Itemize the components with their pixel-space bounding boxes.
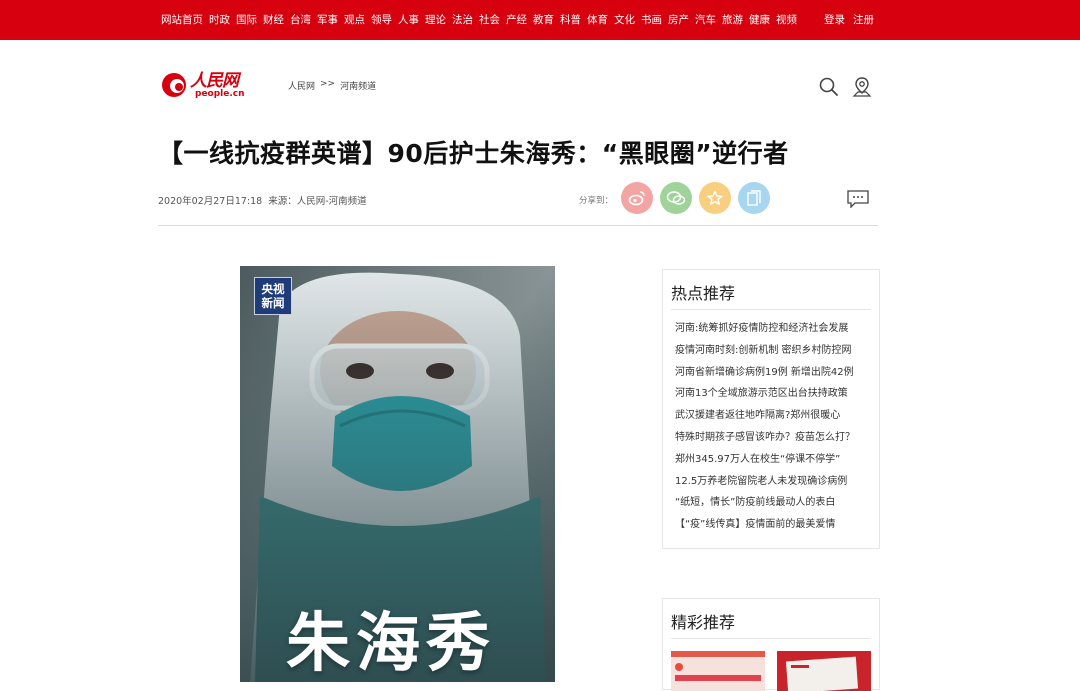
nav-home[interactable]: 网站首页 [161, 12, 203, 27]
nav-personnel[interactable]: 人事 [398, 12, 419, 27]
logo-text[interactable]: 人民网 [190, 66, 239, 91]
hot-list: 河南:统筹抓好疫情防控和经济社会发展 疫情河南时刻:创新机制 密织乡村防控网 河… [675, 322, 855, 540]
nav-culture[interactable]: 文化 [614, 12, 635, 27]
article-date: 2020年02月27日17:18 [158, 196, 263, 207]
cctv-news-badge: 央视 新闻 [254, 277, 292, 315]
hot-recommendations-title: 热点推荐 [671, 284, 736, 303]
register-link[interactable]: 注册 [853, 12, 874, 27]
share-weibo-button[interactable] [621, 182, 653, 214]
search-icon[interactable] [818, 76, 840, 98]
hot-item[interactable]: “纸短，情长”防疫前线最动人的表白 [675, 496, 855, 518]
wechat-icon [666, 191, 686, 205]
nav-science[interactable]: 科普 [560, 12, 581, 27]
hot-item[interactable]: 郑州345.97万人在校生“停课不停学” [675, 453, 855, 475]
nav-sports[interactable]: 体育 [587, 12, 608, 27]
nav-travel[interactable]: 旅游 [722, 12, 743, 27]
logo-subtitle: people.cn [195, 89, 245, 99]
panel-divider [671, 638, 871, 639]
featured-thumbnail-image [671, 651, 765, 691]
copy-icon [747, 189, 761, 206]
nav-leaders[interactable]: 领导 [371, 12, 392, 27]
nav-society[interactable]: 社会 [479, 12, 500, 27]
panel-divider [671, 309, 871, 310]
hot-item[interactable]: 河南省新增确诊病例19例 新增出院42例 [675, 366, 855, 388]
nav-opinion[interactable]: 观点 [344, 12, 365, 27]
share-wechat-button[interactable] [660, 182, 692, 214]
location-icon[interactable] [851, 76, 873, 98]
featured-recommendations-title: 精彩推荐 [671, 613, 736, 632]
weibo-icon [628, 191, 645, 206]
nav-auto[interactable]: 汽车 [695, 12, 716, 27]
featured-thumbnail[interactable] [671, 651, 765, 691]
nav-finance[interactable]: 财经 [263, 12, 284, 27]
breadcrumb-home[interactable]: 人民网 [288, 79, 315, 92]
nav-taiwan[interactable]: 台湾 [290, 12, 311, 27]
badge-line-1: 央视 [261, 282, 285, 296]
hot-item[interactable]: 武汉援建者返往地咋隔离?郑州很暖心 [675, 409, 855, 431]
star-icon [707, 190, 723, 205]
nav-realestate[interactable]: 房产 [668, 12, 689, 27]
nav-industry[interactable]: 产经 [506, 12, 527, 27]
hot-item[interactable]: 【“疫”线传真】疫情面前的最美爱情 [675, 518, 855, 540]
badge-line-2: 新闻 [261, 296, 285, 310]
photo-name-caption: 朱海秀 [286, 606, 496, 681]
article-title: 【一线抗疫群英谱】90后护士朱海秀：“黑眼圈”逆行者 [158, 139, 789, 168]
share-copy-button[interactable] [738, 182, 770, 214]
nav-education[interactable]: 教育 [533, 12, 554, 27]
hot-item[interactable]: 特殊时期孩子感冒该咋办？疫苗怎么打？ [675, 431, 855, 453]
header-divider [158, 225, 878, 226]
nav-international[interactable]: 国际 [236, 12, 257, 27]
featured-thumbnail[interactable] [777, 651, 871, 691]
nav-theory[interactable]: 理论 [425, 12, 446, 27]
nav-calligraphy[interactable]: 书画 [641, 12, 662, 27]
breadcrumb-channel[interactable]: 河南频道 [340, 79, 376, 92]
hot-recommendations-panel: 热点推荐 河南:统筹抓好疫情防控和经济社会发展 疫情河南时刻:创新机制 密织乡村… [662, 269, 880, 549]
nav-video[interactable]: 视频 [776, 12, 797, 27]
nav-military[interactable]: 军事 [317, 12, 338, 27]
featured-thumbnail-image [777, 651, 871, 691]
article-meta: 2020年02月27日17:18 来源：人民网-河南频道 [158, 193, 367, 207]
top-nav-bar: 网站首页 时政 国际 财经 台湾 军事 观点 领导 人事 理论 法治 社会 产经… [0, 0, 1080, 40]
share-label: 分享到： [579, 196, 614, 206]
article-source: 来源：人民网-河南频道 [268, 196, 367, 207]
hot-item[interactable]: 河南:统筹抓好疫情防控和经济社会发展 [675, 322, 855, 344]
hot-item[interactable]: 疫情河南时刻:创新机制 密织乡村防控网 [675, 344, 855, 366]
featured-recommendations-panel: 精彩推荐 [662, 598, 880, 691]
channel-nav: 网站首页 时政 国际 财经 台湾 军事 观点 领导 人事 理论 法治 社会 产经… [161, 12, 803, 27]
hot-item[interactable]: 河南13个全域旅游示范区出台扶持政策 [675, 387, 855, 409]
user-links: 登录 注册 [824, 12, 882, 27]
hot-item[interactable]: 12.5万养老院留院老人未发现确诊病例 [675, 475, 855, 497]
share-favorite-button[interactable] [699, 182, 731, 214]
breadcrumb: 人民网 >> 河南频道 [288, 79, 376, 92]
nav-health[interactable]: 健康 [749, 12, 770, 27]
nav-law[interactable]: 法治 [452, 12, 473, 27]
login-link[interactable]: 登录 [824, 12, 845, 27]
nav-politics[interactable]: 时政 [209, 12, 230, 27]
comment-icon[interactable] [847, 190, 869, 208]
breadcrumb-separator: >> [320, 79, 336, 89]
